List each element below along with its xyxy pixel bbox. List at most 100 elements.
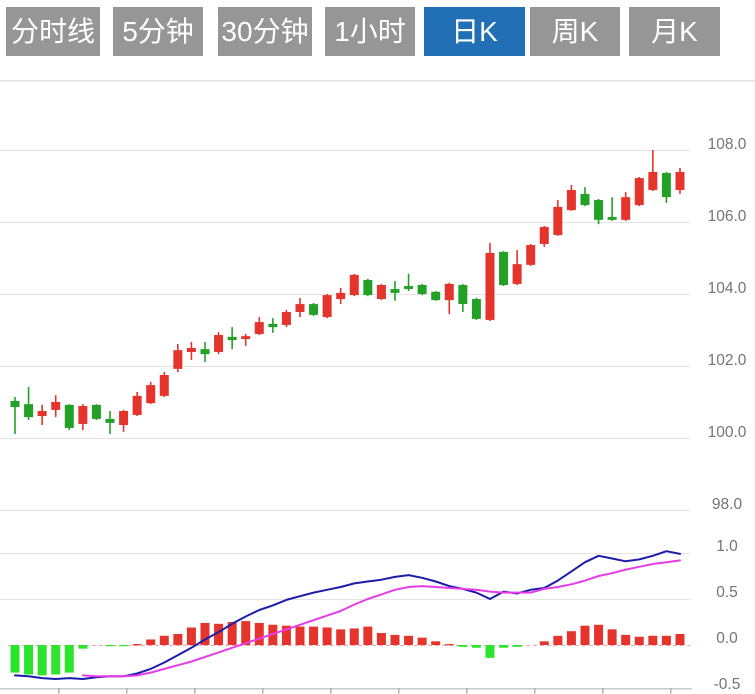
macd-bar [78, 645, 87, 649]
tab-period-0[interactable]: 分时线 [6, 7, 100, 56]
candle [133, 392, 142, 416]
candle [648, 150, 657, 191]
candle-body [675, 172, 684, 190]
candle [105, 411, 114, 434]
macd-bar [323, 628, 332, 645]
candle [675, 168, 684, 194]
candle-body [390, 289, 399, 293]
candle [24, 387, 33, 420]
macd-bar [309, 627, 318, 645]
grid-layer [0, 81, 755, 694]
candle-body [350, 275, 359, 295]
macd-bar [621, 635, 630, 645]
candle-body [553, 207, 562, 235]
tab-period-4[interactable]: 日K [424, 7, 525, 56]
tab-period-2[interactable]: 30分钟 [218, 7, 312, 56]
candle [200, 342, 209, 362]
macd-bar [119, 645, 128, 646]
tab-period-1[interactable]: 5分钟 [113, 7, 203, 56]
candle-body [445, 284, 454, 300]
macd-axis-label: 0.0 [716, 630, 738, 647]
candle-body [92, 405, 101, 419]
candle-body [336, 293, 345, 299]
macd-bar [594, 625, 603, 645]
macd-bar [105, 645, 114, 646]
candle [255, 317, 264, 335]
macd-bar [553, 636, 562, 645]
tab-period-5[interactable]: 周K [530, 7, 620, 56]
macd-bar [458, 645, 467, 647]
candle-body [662, 173, 671, 197]
price-axis-label: 102.0 [708, 352, 747, 369]
candle [336, 288, 345, 304]
macd-bar [472, 645, 481, 648]
candle [65, 404, 74, 430]
candle [499, 251, 508, 286]
candle [635, 177, 644, 206]
candle [377, 284, 386, 300]
candle-body [173, 350, 182, 369]
candle [485, 243, 494, 321]
macd-bar [675, 634, 684, 645]
candle [594, 199, 603, 224]
candle [580, 187, 589, 206]
candle-body [594, 200, 603, 220]
candle-body [418, 285, 427, 294]
candle [458, 284, 467, 312]
candle-body [187, 348, 196, 352]
macd-bar [377, 633, 386, 645]
price-axis-label: 108.0 [708, 136, 747, 153]
candle-body [255, 322, 264, 334]
period-toolbar: 分时线 5分钟 30分钟 1小时日K周K月K [0, 0, 755, 80]
candle-body [621, 197, 630, 220]
candle [119, 410, 128, 432]
macd-bar [363, 627, 372, 645]
candle-body [472, 299, 481, 319]
macd-bar [11, 645, 20, 673]
candle-body [241, 336, 250, 339]
candle-body [323, 295, 332, 317]
candle-body [540, 227, 549, 244]
candle [662, 172, 671, 203]
macd-bar [65, 645, 74, 673]
candles-layer [11, 150, 685, 434]
candle-body [268, 324, 277, 327]
candle [513, 250, 522, 285]
macd-bar [567, 631, 576, 645]
candle [404, 274, 413, 291]
candle [363, 279, 372, 296]
candle-body [295, 304, 304, 312]
macd-bar [499, 645, 508, 648]
candle-body [431, 292, 440, 300]
dif-line [15, 551, 680, 679]
tab-period-3[interactable]: 1小时 [325, 7, 415, 56]
kline-widget: 分时线5分钟30分钟1小时日K周K月K 108.0106.0104.0102.0… [0, 0, 755, 694]
candle-body [404, 286, 413, 289]
candle [173, 344, 182, 372]
candle-body [38, 411, 47, 416]
macd-bar [580, 626, 589, 645]
candle-body [648, 172, 657, 190]
macd-bar [24, 645, 33, 674]
candle-body [24, 404, 33, 417]
macd-bar [146, 639, 155, 645]
candle-body [513, 264, 522, 284]
candle [295, 298, 304, 317]
candle-body [567, 190, 576, 210]
candle [228, 327, 237, 349]
candle [11, 397, 20, 434]
candle-body [377, 285, 386, 299]
macd-bar [255, 623, 264, 645]
price-axis-label: 100.0 [708, 424, 747, 441]
macd-axis-label: -0.5 [714, 676, 741, 693]
candle [78, 404, 87, 430]
candle [146, 382, 155, 404]
candle-body [485, 253, 494, 320]
candle-body [580, 194, 589, 205]
price-axis-label: 98.0 [712, 496, 743, 513]
candle [567, 185, 576, 211]
macd-bar [635, 637, 644, 645]
macd-bar [608, 629, 617, 645]
macd-bar [38, 645, 47, 675]
tab-period-6[interactable]: 月K [629, 7, 720, 56]
